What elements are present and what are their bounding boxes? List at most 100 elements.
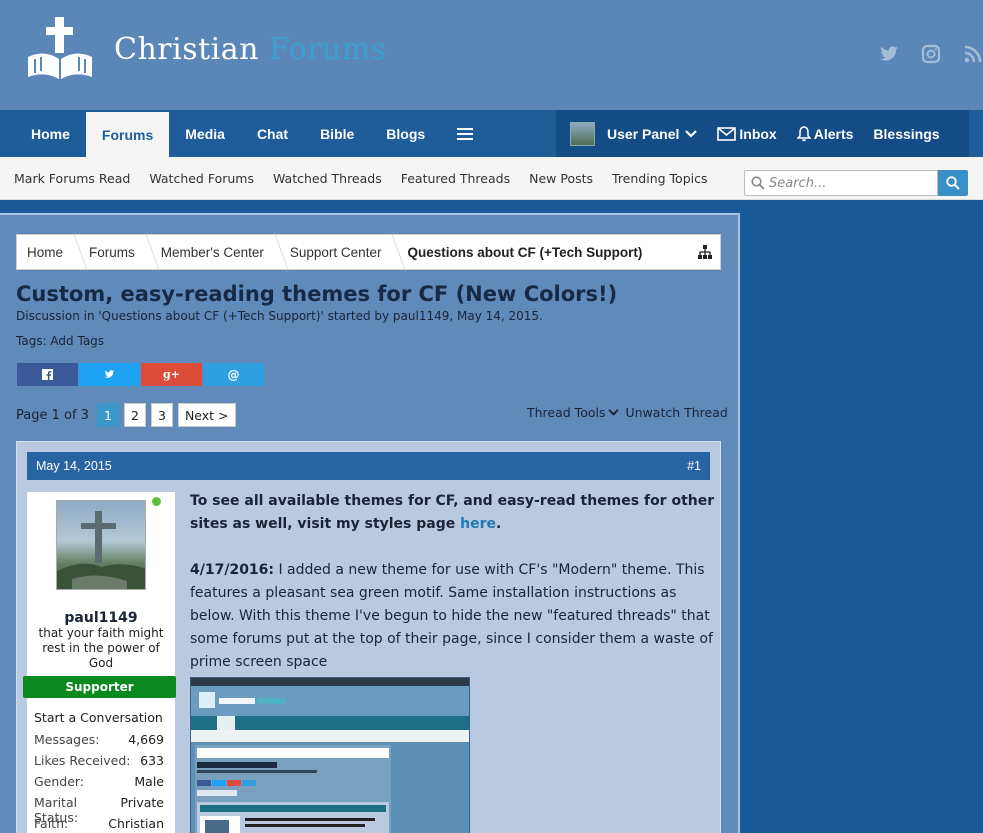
rss-icon[interactable] [963, 44, 983, 64]
alerts-link[interactable]: Alerts [787, 110, 864, 157]
user-nav: User Panel Inbox Alerts Blessings [556, 110, 969, 157]
update-date: 4/17/2016: [190, 562, 275, 578]
tab-bible[interactable]: Bible [304, 110, 370, 157]
breadcrumb-members-center[interactable]: Member's Center [151, 234, 280, 270]
tab-blogs[interactable]: Blogs [370, 110, 441, 157]
sitemap-icon[interactable] [698, 245, 712, 262]
share-twitter-button[interactable] [79, 363, 140, 386]
facebook-icon [42, 369, 53, 380]
share-googleplus-button[interactable]: g+ [141, 363, 202, 386]
message-text: . [496, 516, 502, 532]
stat-label: Faith: [34, 816, 69, 831]
search-input[interactable]: Search... [744, 170, 938, 196]
breadcrumb: Home Forums Member's Center Support Cent… [16, 234, 721, 270]
menu-hamburger-icon[interactable] [441, 110, 489, 157]
message-text: I added a new theme for use with CF's "M… [190, 562, 713, 670]
social-links [879, 44, 983, 64]
stat-messages: Messages: 4,669 [34, 732, 164, 747]
inbox-label: Inbox [739, 125, 777, 142]
twitter-icon[interactable] [879, 44, 899, 64]
share-facebook-button[interactable] [17, 363, 78, 386]
stat-label: Messages: [34, 732, 100, 747]
tab-home[interactable]: Home [15, 110, 86, 157]
avatar[interactable] [56, 500, 146, 590]
share-buttons: g+ @ [17, 363, 265, 386]
theme-preview-image [191, 678, 469, 833]
stat-label: Likes Received: [34, 753, 131, 768]
stat-label: Gender: [34, 774, 85, 789]
logo-cross-bible-icon [28, 17, 92, 79]
styles-page-link[interactable]: here [460, 516, 496, 532]
tab-media[interactable]: Media [169, 110, 241, 157]
post: May 14, 2015 #1 paul1149 that your faith… [16, 441, 721, 833]
page-link-1[interactable]: 1 [96, 403, 119, 427]
subnav-watched-forums[interactable]: Watched Forums [149, 171, 254, 186]
message-paragraph: 4/17/2016: I added a new theme for use w… [190, 559, 715, 674]
stat-value[interactable]: 4,669 [128, 732, 164, 747]
online-status-indicator [152, 497, 161, 506]
breadcrumb-forums[interactable]: Forums [79, 234, 151, 270]
blessings-link[interactable]: Blessings [863, 110, 949, 157]
user-avatar-thumb [570, 121, 595, 146]
page-label: Page 1 of 3 [16, 407, 89, 423]
logo-text-christian: Christian [114, 31, 259, 67]
share-email-button[interactable]: @ [203, 363, 264, 386]
search-icon [751, 176, 765, 190]
googleplus-icon: g+ [163, 368, 180, 381]
breadcrumb-support-center[interactable]: Support Center [280, 234, 398, 270]
user-panel-label: User Panel [607, 125, 680, 142]
twitter-icon [104, 370, 115, 378]
post-header: May 14, 2015 #1 [27, 452, 710, 480]
main-content: Home Forums Member's Center Support Cent… [0, 213, 740, 833]
thread-tools-label: Thread Tools [527, 405, 606, 420]
supporter-banner: Supporter [23, 676, 176, 698]
theme-preview-screenshot[interactable] [190, 677, 470, 833]
post-user-info: paul1149 that your faith might rest in t… [23, 492, 176, 833]
subnav-new-posts[interactable]: New Posts [529, 171, 593, 186]
page-link-2[interactable]: 2 [123, 403, 146, 427]
bell-icon [796, 125, 811, 141]
page-link-3[interactable]: 3 [150, 403, 173, 427]
start-conversation-link[interactable]: Start a Conversation [34, 710, 163, 725]
next-page-button[interactable]: Next > [177, 403, 236, 427]
envelope-icon [717, 126, 737, 141]
search-placeholder: Search... [769, 175, 827, 191]
breadcrumb-home[interactable]: Home [17, 234, 79, 270]
stat-likes: Likes Received: 633 [34, 753, 164, 768]
message-text: To see all available themes for CF, and … [190, 493, 715, 532]
message-paragraph: To see all available themes for CF, and … [190, 490, 715, 536]
subnav-mark-forums-read[interactable]: Mark Forums Read [14, 171, 130, 186]
post-username[interactable]: paul1149 [27, 610, 175, 626]
inbox-link[interactable]: Inbox [707, 110, 786, 157]
thread-tools-menu[interactable]: Thread Tools [527, 405, 620, 420]
page-nav: Page 1 of 3 1 2 3 Next > [16, 403, 236, 427]
thread-meta: Discussion in 'Questions about CF (+Tech… [16, 309, 543, 323]
tab-forums[interactable]: Forums [85, 110, 170, 157]
chevron-down-icon [608, 409, 620, 416]
instagram-icon[interactable] [921, 44, 941, 64]
thread-tags[interactable]: Tags: Add Tags [16, 334, 104, 348]
search-button[interactable] [938, 170, 968, 196]
avatar-cross-image [57, 511, 145, 589]
subnav-featured-threads[interactable]: Featured Threads [401, 171, 510, 186]
stat-value: Male [134, 774, 164, 789]
user-title: that your faith might rest in the power … [38, 626, 164, 670]
stat-gender: Gender: Male [34, 774, 164, 789]
subnav-watched-threads[interactable]: Watched Threads [273, 171, 382, 186]
main-nav: Home Forums Media Chat Bible Blogs User … [0, 110, 983, 157]
breadcrumb-questions-about-cf[interactable]: Questions about CF (+Tech Support) [397, 234, 658, 270]
thread-title: Custom, easy-reading themes for CF (New … [16, 282, 618, 306]
tab-chat[interactable]: Chat [241, 110, 304, 157]
site-logo[interactable]: Christian Forums [26, 14, 387, 84]
post-message: To see all available themes for CF, and … [190, 490, 715, 674]
chevron-down-icon [685, 129, 698, 138]
user-panel-menu[interactable]: User Panel [556, 110, 707, 157]
subnav-trending-topics[interactable]: Trending Topics [612, 171, 707, 186]
at-sign-icon: @ [227, 367, 240, 382]
post-number[interactable]: #1 [687, 459, 701, 473]
site-header: Christian Forums [0, 0, 983, 110]
search-icon [946, 176, 960, 190]
unwatch-thread-link[interactable]: Unwatch Thread [625, 405, 727, 420]
alerts-label: Alerts [813, 125, 854, 142]
post-date[interactable]: May 14, 2015 [36, 459, 112, 473]
